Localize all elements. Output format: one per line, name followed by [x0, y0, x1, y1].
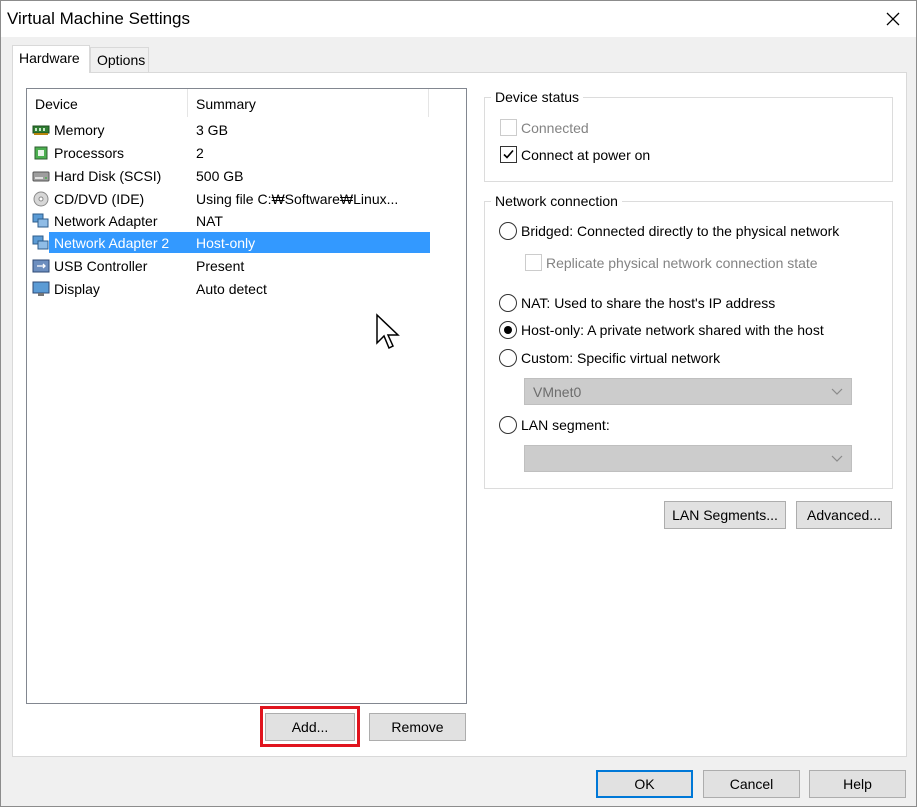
nat-radio[interactable] [499, 294, 517, 312]
device-row-processors[interactable]: Processors 2 [31, 142, 431, 164]
vm-settings-window: Virtual Machine Settings Hardware Option… [0, 0, 917, 807]
network-adapter-icon [32, 235, 49, 250]
cancel-button[interactable]: Cancel [703, 770, 800, 798]
custom-network-select[interactable]: VMnet0 [524, 378, 852, 405]
lan-segments-button[interactable]: LAN Segments... [664, 501, 786, 529]
custom-label: Custom: Specific virtual network [521, 350, 721, 366]
connect-at-power-on-label: Connect at power on [521, 147, 651, 163]
add-button-highlight [260, 706, 360, 747]
window-title: Virtual Machine Settings [7, 9, 191, 28]
custom-radio[interactable] [499, 349, 517, 367]
device-summary: Host-only [196, 235, 256, 251]
nat-label: NAT: Used to share the host's IP address [521, 295, 776, 311]
device-summary: NAT [196, 213, 223, 229]
hard-disk-icon [32, 171, 50, 182]
tab-options[interactable]: Options [90, 47, 149, 73]
close-icon [886, 12, 900, 26]
device-name: Network Adapter [54, 213, 158, 229]
column-header-summary[interactable]: Summary [188, 89, 429, 117]
cd-dvd-icon [33, 191, 49, 207]
memory-icon [32, 125, 50, 135]
cancel-button-label: Cancel [729, 776, 774, 792]
device-status-title: Device status [491, 89, 584, 105]
column-header-device[interactable]: Device [27, 89, 188, 117]
usb-icon [32, 259, 50, 273]
connected-checkbox[interactable] [500, 119, 517, 136]
tab-hardware[interactable]: Hardware [12, 45, 90, 73]
advanced-button-label: Advanced... [807, 507, 881, 523]
device-list[interactable]: Device Summary Memory 3 GB Processors 2 [26, 88, 467, 704]
custom-network-select-value: VMnet0 [533, 384, 582, 400]
remove-button[interactable]: Remove [369, 713, 466, 741]
network-adapter-icon [32, 213, 49, 228]
connected-label: Connected [521, 120, 589, 136]
list-header: Device Summary [27, 89, 466, 117]
title-bar: Virtual Machine Settings [1, 1, 916, 37]
radio-selected-dot [504, 326, 512, 334]
lan-segment-select[interactable] [524, 445, 852, 472]
display-icon [32, 281, 50, 296]
remove-button-label: Remove [391, 719, 444, 735]
device-row-network-adapter[interactable]: Network Adapter NAT [31, 210, 431, 232]
device-row-display[interactable]: Display Auto detect [31, 278, 431, 300]
device-row-network-adapter-2[interactable]: Network Adapter 2 Host-only [31, 232, 431, 254]
help-button-label: Help [843, 776, 872, 792]
bridged-label: Bridged: Connected directly to the physi… [521, 223, 840, 239]
device-row-usb-controller[interactable]: USB Controller Present [31, 255, 431, 277]
host-only-radio[interactable] [499, 321, 517, 339]
checkmark-icon [503, 149, 514, 159]
mouse-cursor-icon [376, 313, 400, 350]
device-name: CD/DVD (IDE) [54, 191, 145, 207]
device-row-cd-dvd[interactable]: CD/DVD (IDE) Using file C:₩Software₩Linu… [31, 188, 431, 210]
network-connection-group: Network connection Bridged: Connected di… [484, 193, 893, 489]
device-name: Processors [54, 145, 125, 161]
device-summary: 3 GB [196, 122, 228, 138]
processor-icon [34, 146, 48, 160]
device-name: USB Controller [54, 258, 148, 274]
host-only-label: Host-only: A private network shared with… [521, 322, 824, 338]
device-summary: Auto detect [196, 281, 267, 297]
device-summary: Using file C:₩Software₩Linux... [196, 191, 399, 207]
chevron-down-icon [831, 455, 843, 462]
device-row-hard-disk[interactable]: Hard Disk (SCSI) 500 GB [31, 165, 431, 187]
device-name: Memory [54, 122, 105, 138]
ok-button[interactable]: OK [596, 770, 693, 798]
device-status-group: Device status Connected Connect at power… [484, 89, 893, 182]
device-row-memory[interactable]: Memory 3 GB [31, 119, 431, 141]
device-name: Display [54, 281, 100, 297]
network-connection-title: Network connection [491, 193, 622, 209]
close-button[interactable] [870, 1, 916, 37]
device-summary: 2 [196, 145, 204, 161]
device-summary: Present [196, 258, 245, 274]
lan-segment-label: LAN segment: [521, 417, 610, 433]
help-button[interactable]: Help [809, 770, 906, 798]
connect-at-power-on-checkbox[interactable] [500, 146, 517, 163]
replicate-label: Replicate physical network connection st… [546, 255, 818, 271]
bridged-radio[interactable] [499, 222, 517, 240]
lan-segment-radio[interactable] [499, 416, 517, 434]
chevron-down-icon [831, 388, 843, 395]
lan-segments-button-label: LAN Segments... [672, 507, 778, 523]
device-name: Hard Disk (SCSI) [54, 168, 162, 184]
replicate-checkbox[interactable] [525, 254, 542, 271]
device-summary: 500 GB [196, 168, 244, 184]
advanced-button[interactable]: Advanced... [796, 501, 892, 529]
device-name: Network Adapter 2 [54, 235, 170, 251]
ok-button-label: OK [634, 776, 655, 792]
